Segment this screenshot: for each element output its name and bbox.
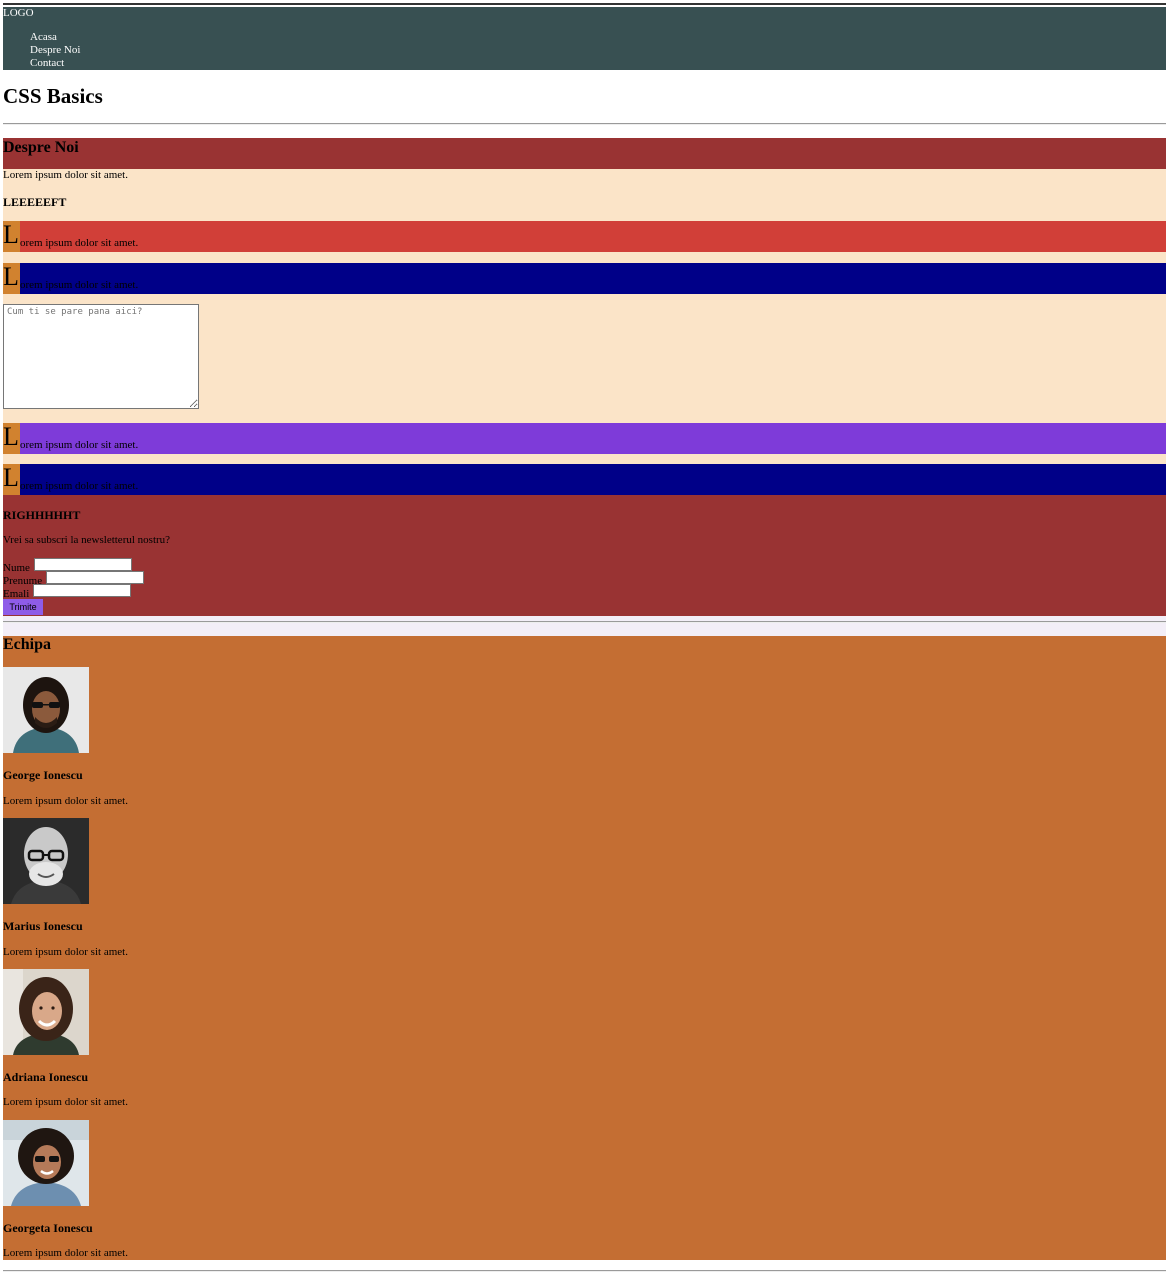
paragraph-text: orem ipsum dolor sit amet. <box>20 480 139 492</box>
dropcap-letter: L <box>3 220 19 249</box>
team-section: Echipa George Ionescu Lorem ipsum dolor … <box>3 636 1166 1260</box>
field-row-nume: Nume <box>3 558 144 574</box>
page-title: CSS Basics <box>3 84 103 108</box>
nav-item-contact[interactable]: Contact <box>30 57 80 70</box>
member-description: Lorem ipsum dolor sit amet. <box>3 795 128 807</box>
prenume-input[interactable] <box>46 571 145 584</box>
nav-item-despre-noi[interactable]: Despre Noi <box>30 44 80 57</box>
logo: LOGO <box>3 7 34 19</box>
man-sunglasses-photo <box>3 667 89 753</box>
nav-item-acasa[interactable]: Acasa <box>30 31 80 44</box>
member-name: Marius Ionescu <box>3 919 83 933</box>
member-description: Lorem ipsum dolor sit amet. <box>3 1247 128 1259</box>
woman-smiling-photo <box>3 969 89 1055</box>
avatar <box>3 818 89 904</box>
member-name: Adriana Ionescu <box>3 1070 89 1084</box>
dropcap-letter: L <box>3 422 19 451</box>
separator-area <box>3 616 1166 636</box>
member-name: George Ionescu <box>3 768 83 782</box>
team-heading: Echipa <box>3 636 52 653</box>
dropcap-paragraph-1: L orem ipsum dolor sit amet. <box>3 221 1166 252</box>
divider <box>3 621 1166 623</box>
top-border <box>3 3 1166 5</box>
avatar <box>3 1120 89 1206</box>
site-header: LOGO Acasa Despre Noi Contact <box>3 7 1166 70</box>
bald-man-glasses-photo <box>3 818 89 904</box>
member-description: Lorem ipsum dolor sit amet. <box>3 1096 128 1108</box>
field-row-prenume: Prenume <box>3 571 145 587</box>
member-name: Georgeta Ionescu <box>3 1221 93 1235</box>
right-heading: RIGHHHHHT <box>3 508 81 522</box>
newsletter-form: Nume Prenume Emali <box>3 558 145 600</box>
newsletter-column: RIGHHHHHT Vrei sa subscri la newsletteru… <box>3 495 1166 616</box>
divider <box>3 123 1166 125</box>
dropcap-letter: L <box>3 262 19 291</box>
main-nav: Acasa Despre Noi Contact <box>30 31 80 70</box>
nume-input[interactable] <box>33 558 132 571</box>
paragraph-text: orem ipsum dolor sit amet. <box>20 279 139 291</box>
about-intro: Lorem ipsum dolor sit amet. <box>3 169 128 181</box>
paragraph-text: orem ipsum dolor sit amet. <box>20 237 139 249</box>
dropcap-paragraph-4: L orem ipsum dolor sit amet. <box>3 464 1166 495</box>
dropcap-paragraph-3: L orem ipsum dolor sit amet. <box>3 423 1166 454</box>
submit-button[interactable]: Trimite <box>3 599 43 615</box>
member-description: Lorem ipsum dolor sit amet. <box>3 946 128 958</box>
newsletter-question: Vrei sa subscri la newsletterul nostru? <box>3 534 171 546</box>
email-input[interactable] <box>33 584 132 597</box>
about-heading: Despre Noi <box>3 139 79 156</box>
about-section-header: Despre Noi <box>3 138 1166 169</box>
dropcap-paragraph-2: L orem ipsum dolor sit amet. <box>3 263 1166 294</box>
left-heading: LEEEEEFT <box>3 195 67 209</box>
woman-sunglasses-photo <box>3 1120 89 1206</box>
paragraph-text: orem ipsum dolor sit amet. <box>20 439 139 451</box>
feedback-textarea[interactable] <box>3 304 199 409</box>
avatar <box>3 667 89 753</box>
dropcap-letter: L <box>3 463 19 492</box>
field-row-email: Emali <box>3 584 144 600</box>
avatar <box>3 969 89 1055</box>
